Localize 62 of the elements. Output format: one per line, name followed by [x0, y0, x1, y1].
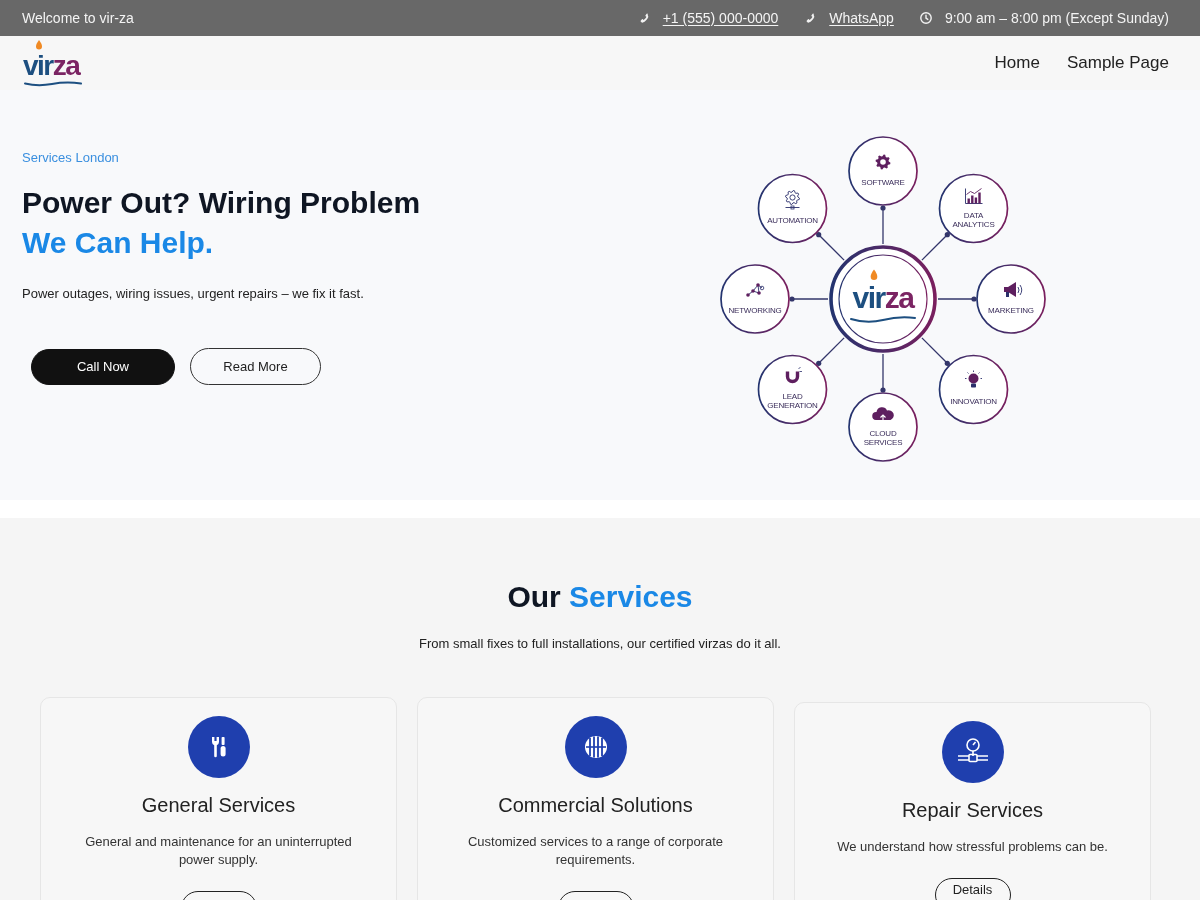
contact-link[interactable]: +1 (555) 000-0000 — [662, 7, 779, 29]
connector-line — [937, 296, 977, 302]
node-label: SOFTWARE — [861, 178, 905, 187]
contact-link[interactable]: WhatsApp — [829, 7, 894, 29]
clock-icon — [919, 12, 932, 24]
welcome-text: Welcome to vir-za — [22, 8, 134, 28]
phone-icon — [804, 12, 817, 24]
node-label: DATA ANALYTICS — [952, 210, 995, 229]
wave-icon — [24, 81, 82, 86]
card-text: Customized services to a range of corporate requirements. — [466, 833, 725, 869]
call-now-button[interactable]: Call Now — [31, 348, 175, 385]
node-label: CLOUD SERVICES — [863, 429, 903, 447]
wave-icon — [850, 316, 916, 323]
flame-icon — [870, 269, 878, 280]
card-title: Commercial Solutions — [498, 793, 693, 818]
flame-icon — [36, 39, 42, 49]
hero-heading: We Can Help. — [22, 225, 214, 261]
node-circle — [976, 264, 1046, 334]
connector-line — [880, 353, 886, 393]
vent-icon — [564, 716, 627, 778]
node-circle — [938, 173, 1009, 244]
tools-icon — [187, 716, 250, 778]
connector-line — [816, 232, 845, 261]
connector-line — [921, 232, 950, 261]
node-circle — [757, 173, 828, 244]
connector-line — [816, 337, 845, 366]
node-circle — [757, 354, 828, 425]
connector-line — [921, 337, 950, 366]
hero-heading: Power Out? Wiring Problem — [22, 185, 421, 221]
hero-text: Power outages, wiring issues, urgent repairs – we fix it fast. — [22, 285, 364, 303]
node-label: NETWORKING — [728, 306, 782, 315]
network-icon — [746, 283, 765, 297]
node-label: AUTOMATION — [767, 215, 818, 225]
node-circle — [720, 264, 790, 334]
megaphone-icon — [1004, 282, 1023, 297]
node-circle — [848, 136, 918, 206]
gear-icon — [785, 190, 800, 210]
cloud-icon — [872, 407, 894, 423]
node-circle — [938, 354, 1009, 425]
connector-line — [789, 296, 829, 302]
node-label: LEAD GENERATION — [767, 391, 818, 410]
nav-link[interactable]: Sample Page — [1066, 50, 1169, 76]
logo-wordmark: virza — [852, 281, 914, 314]
gear-icon — [875, 154, 891, 170]
connector-line — [880, 205, 886, 245]
eyebrow-text: Services London — [22, 149, 119, 167]
node-label: INNOVATION — [950, 396, 997, 406]
card-text: General and maintenance for an uninterrupted power supply. — [84, 833, 353, 869]
card-title: Repair Services — [901, 798, 1044, 823]
opening-hours: 9:00 am – 8:00 pm (Except Sunday) — [944, 8, 1169, 28]
magnet-icon — [785, 367, 803, 383]
card-title: General Services — [141, 793, 296, 818]
pressure-gauge-icon — [941, 721, 1004, 783]
card-text: We understand how stressful problems can be. — [837, 838, 1108, 856]
node-circle — [848, 392, 918, 462]
logo-wordmark: virza — [23, 49, 80, 81]
bar-chart-icon — [965, 188, 983, 204]
section-heading: Our Services — [507, 579, 693, 615]
node-label: MARKETING — [988, 306, 1034, 315]
lightbulb-icon — [964, 370, 983, 388]
nav-link[interactable]: Home — [994, 50, 1040, 76]
section-subtitle: From small fixes to full installations, our certified virzas do it all. — [419, 635, 781, 653]
